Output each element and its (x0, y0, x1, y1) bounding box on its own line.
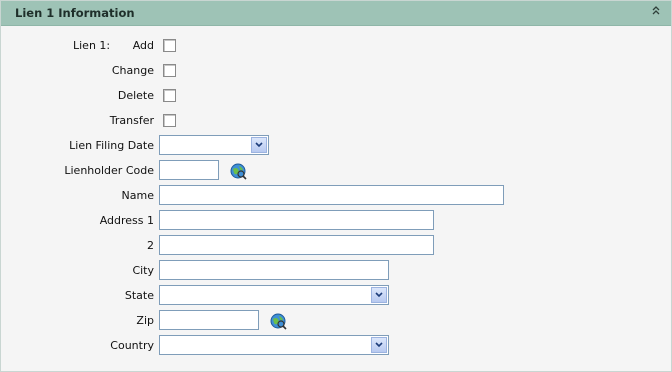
name-input[interactable] (159, 185, 504, 205)
address2-label: 2 (147, 239, 154, 252)
chevron-down-icon[interactable] (251, 137, 267, 153)
chevron-down-icon[interactable] (371, 337, 387, 353)
transfer-checkbox[interactable] (163, 114, 176, 127)
delete-label: Delete (117, 89, 154, 102)
collapse-chevrons-icon[interactable] (649, 5, 663, 19)
country-select[interactable] (159, 335, 389, 355)
panel-header: Lien 1 Information (1, 1, 671, 26)
lookup-globe-icon[interactable] (230, 163, 247, 180)
lien-filing-date-select[interactable] (159, 135, 269, 155)
chevron-down-icon[interactable] (371, 287, 387, 303)
lookup-globe-icon[interactable] (270, 313, 287, 330)
city-label: City (132, 264, 154, 277)
change-checkbox[interactable] (163, 64, 176, 77)
delete-checkbox[interactable] (163, 89, 176, 102)
name-label: Name (121, 189, 154, 202)
zip-label: Zip (136, 314, 154, 327)
change-label: Change (111, 64, 154, 77)
zip-input[interactable] (159, 310, 259, 330)
panel-title: Lien 1 Information (15, 6, 135, 20)
lien-number-label: Lien 1: (73, 39, 111, 52)
lien-1-panel: Lien 1 Information Lien 1: Add Change De… (0, 0, 672, 372)
address2-input[interactable] (159, 235, 434, 255)
lien-filing-date-label: Lien Filing Date (69, 139, 154, 152)
country-label: Country (110, 339, 154, 352)
add-checkbox[interactable] (163, 39, 176, 52)
city-input[interactable] (159, 260, 389, 280)
lienholder-code-input[interactable] (159, 160, 219, 180)
address1-input[interactable] (159, 210, 434, 230)
state-label: State (124, 289, 154, 302)
state-select[interactable] (159, 285, 389, 305)
add-label: Add (132, 39, 154, 52)
address1-label: Address 1 (99, 214, 154, 227)
transfer-label: Transfer (109, 114, 154, 127)
lienholder-code-label: Lienholder Code (64, 164, 154, 177)
